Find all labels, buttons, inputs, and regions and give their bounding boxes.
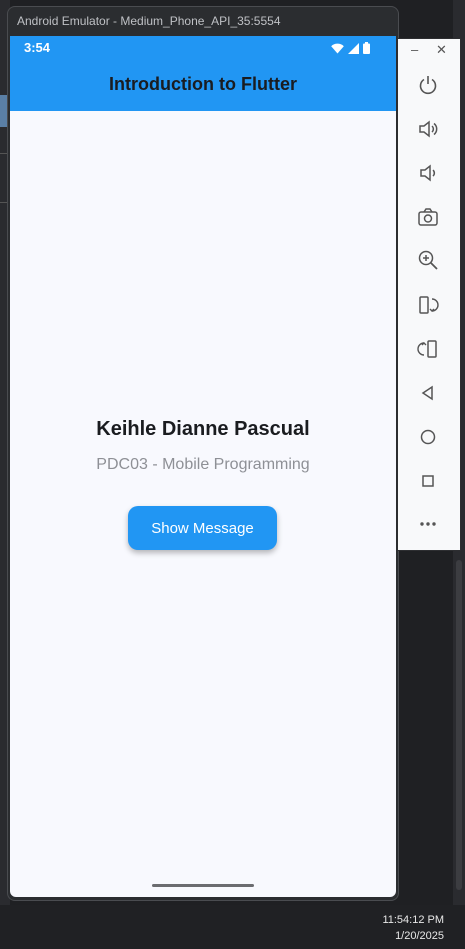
overview-icon bbox=[422, 475, 434, 487]
app-bar: Introduction to Flutter bbox=[10, 58, 396, 111]
main-content: Keihle Dianne Pascual PDC03 - Mobile Pro… bbox=[10, 111, 396, 897]
status-time: 3:54 bbox=[24, 40, 51, 55]
emulator-toolbar: – ✕ bbox=[397, 38, 461, 551]
taskbar-clock-time[interactable]: 11:54:12 PM bbox=[382, 914, 444, 926]
home-icon bbox=[420, 429, 436, 445]
status-icons bbox=[331, 41, 370, 59]
emulator-window-title: Android Emulator - Medium_Phone_API_35:5… bbox=[17, 14, 281, 28]
zoom-button[interactable] bbox=[414, 246, 442, 274]
emulator-window: Android Emulator - Medium_Phone_API_35:5… bbox=[7, 6, 399, 901]
volume-up-icon bbox=[419, 120, 438, 138]
minimize-button[interactable]: – bbox=[411, 42, 418, 57]
rotate-right-icon bbox=[417, 340, 437, 358]
close-button[interactable]: ✕ bbox=[436, 42, 447, 58]
volume-up-button[interactable] bbox=[414, 115, 442, 143]
phone-screen: 3:54 Introduction to Flutter Keihle Dian… bbox=[10, 36, 396, 897]
more-button[interactable] bbox=[414, 510, 442, 538]
profile-name: Keihle Dianne Pascual bbox=[96, 418, 310, 440]
back-button[interactable] bbox=[414, 379, 442, 407]
screenshot-button[interactable] bbox=[414, 203, 442, 231]
rotate-left-icon bbox=[419, 296, 439, 314]
app-bar-title: Introduction to Flutter bbox=[109, 74, 297, 94]
course-subtitle: PDC03 - Mobile Programming bbox=[96, 456, 310, 473]
rotate-left-button[interactable] bbox=[414, 291, 442, 319]
power-icon bbox=[419, 76, 437, 95]
windows-taskbar: 11:54:12 PM 1/20/2025 bbox=[0, 905, 465, 949]
taskbar-clock-date[interactable]: 1/20/2025 bbox=[395, 930, 444, 942]
gesture-home-indicator[interactable] bbox=[152, 884, 254, 887]
home-button[interactable] bbox=[414, 423, 442, 451]
toolbar-header: – ✕ bbox=[398, 39, 460, 63]
scrollbar-thumb[interactable] bbox=[456, 560, 462, 890]
wifi-icon bbox=[331, 41, 344, 59]
overview-button[interactable] bbox=[414, 467, 442, 495]
zoom-in-icon bbox=[418, 250, 438, 270]
volume-down-button[interactable] bbox=[414, 159, 442, 187]
back-icon bbox=[421, 385, 433, 401]
cellular-icon bbox=[348, 41, 359, 59]
volume-down-icon bbox=[420, 164, 436, 182]
show-message-button[interactable]: Show Message bbox=[128, 506, 277, 550]
more-icon bbox=[420, 522, 436, 526]
camera-icon bbox=[418, 208, 438, 226]
rotate-right-button[interactable] bbox=[414, 335, 442, 363]
status-bar: 3:54 bbox=[10, 36, 396, 58]
power-button[interactable] bbox=[414, 71, 442, 99]
battery-icon bbox=[363, 41, 370, 59]
